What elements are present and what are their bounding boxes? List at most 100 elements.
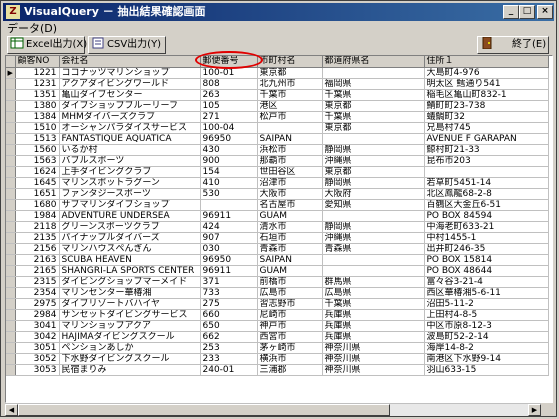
table-cell[interactable]: 240-01	[200, 364, 258, 376]
table-row[interactable]: 3052 下水野ダイビングスクール 233 横浜市 神奈川県 南港区下水野9-14	[6, 353, 549, 365]
column-header[interactable]: 顧客NO	[15, 56, 60, 68]
table-cell[interactable]: 1380	[15, 100, 60, 112]
table-row[interactable]: 2315 ダイビングショップマーメイド 371 前橋市 群馬県 富々谷3-21-4	[6, 276, 549, 288]
table-cell[interactable]: 1231	[15, 78, 60, 90]
table-cell[interactable]: 松戸市	[257, 111, 323, 123]
table-cell[interactable]: 662	[200, 331, 258, 343]
table-cell[interactable]: 1645	[15, 177, 60, 189]
table-row[interactable]: 2163 SCUBA HEAVEN 96950 SAIPAN PO BOX 15814	[6, 254, 549, 266]
table-cell[interactable]: 650	[200, 320, 258, 332]
table-cell[interactable]: 港区	[257, 100, 323, 112]
table-row[interactable]: 1563 バブルスポーツ 900 那覇市 沖縄県 昆布市203	[6, 155, 549, 167]
table-row[interactable]: 2354 マリンセンター華椿湘 733 広島市 広島県 西区華椿湘5-6-11	[6, 287, 549, 299]
table-cell[interactable]: ペンションあしか	[59, 342, 201, 354]
horizontal-scrollbar[interactable]: ◀ ▶	[5, 403, 541, 416]
table-cell[interactable]: 2984	[15, 309, 60, 321]
row-indicator[interactable]	[6, 243, 16, 255]
table-cell[interactable]: 百鶴区大金丘6-51	[424, 199, 549, 211]
table-cell[interactable]: 900	[200, 155, 258, 167]
table-cell[interactable]: ダイブショップブルーリーフ	[59, 100, 201, 112]
table-cell[interactable]: 沖縄県	[322, 155, 425, 167]
table-cell[interactable]: 広島市	[257, 287, 323, 299]
table-cell[interactable]: パイナップルダイバーズ	[59, 232, 201, 244]
table-cell[interactable]: 蟻鯛町32	[424, 111, 549, 123]
table-cell[interactable]: 北九州市	[257, 78, 323, 90]
table-cell[interactable]: 沖縄県	[322, 232, 425, 244]
row-indicator[interactable]	[6, 177, 16, 189]
table-cell[interactable]: 尼崎市	[257, 309, 323, 321]
table-cell[interactable]	[322, 133, 425, 145]
table-cell[interactable]: 静岡県	[322, 221, 425, 233]
table-cell[interactable]: 2354	[15, 287, 60, 299]
table-cell[interactable]: いるか村	[59, 144, 201, 156]
table-cell[interactable]: 明太区 鱈通り541	[424, 78, 549, 90]
table-cell[interactable]: 3051	[15, 342, 60, 354]
row-indicator[interactable]	[6, 232, 16, 244]
scroll-left-button[interactable]: ◀	[5, 404, 18, 416]
table-cell[interactable]	[424, 166, 549, 178]
table-cell[interactable]: 三浦郡	[257, 364, 323, 376]
table-cell[interactable]: 1560	[15, 144, 60, 156]
table-cell[interactable]: 2118	[15, 221, 60, 233]
table-cell[interactable]: 大阪府	[322, 188, 425, 200]
table-cell[interactable]: 南港区下水野9-14	[424, 353, 549, 365]
table-cell[interactable]: マリンスポットラグーン	[59, 177, 201, 189]
table-cell[interactable]: 上手ダイビングクラブ	[59, 166, 201, 178]
table-cell[interactable]: 愛知県	[322, 199, 425, 211]
table-cell[interactable]: 100-04	[200, 122, 258, 134]
table-cell[interactable]: MHMダイバーズクラブ	[59, 111, 201, 123]
table-cell[interactable]: 1651	[15, 188, 60, 200]
table-cell[interactable]: ダイブリゾートバハイヤ	[59, 298, 201, 310]
table-cell[interactable]: 東京都	[322, 122, 425, 134]
table-row[interactable]: 1651 ファンタジースポーツ 530 大阪市 大阪府 北区鳳龍68-2-8	[6, 188, 549, 200]
table-row[interactable]: 1351 亀山ダイブセンター 263 千葉市 千葉県 稲毛区亀山町832-1	[6, 89, 549, 101]
table-cell[interactable]: 660	[200, 309, 258, 321]
table-row[interactable]: 1513 FANTASTIQUE AQUATICA 96950 SAIPAN AVENU…	[6, 133, 549, 145]
table-row[interactable]: 3053 民宿まりみ 240-01 三浦郡 神奈川県 羽山633-15	[6, 364, 549, 376]
row-indicator[interactable]	[6, 111, 16, 123]
table-cell[interactable]: 上田村4-8-5	[424, 309, 549, 321]
table-row[interactable]: 2984 サンセットダイビングサービス 660 尼崎市 兵庫県 上田村4-8-5	[6, 309, 549, 321]
table-cell[interactable]: 兵庫県	[322, 309, 425, 321]
table-cell[interactable]: 233	[200, 353, 258, 365]
row-indicator[interactable]	[6, 254, 16, 266]
table-cell[interactable]: 富々谷3-21-4	[424, 276, 549, 288]
table-cell[interactable]: 96911	[200, 210, 258, 222]
current-row-indicator[interactable]: ▶	[6, 67, 16, 79]
row-indicator[interactable]	[6, 155, 16, 167]
table-row[interactable]: 3041 マリンショップアクア 650 神戸市 兵庫県 中区市原8-12-3	[6, 320, 549, 332]
table-cell[interactable]: 105	[200, 100, 258, 112]
table-cell[interactable]: ADVENTURE UNDERSEA	[59, 210, 201, 222]
resize-grip[interactable]	[541, 403, 554, 416]
table-cell[interactable]: 2975	[15, 298, 60, 310]
table-cell[interactable]: 3042	[15, 331, 60, 343]
table-row[interactable]: 1231 アクアダイビングワールド 808 北九州市 福岡県 明太区 鱈通り541	[6, 78, 549, 90]
table-cell[interactable]: 東京都	[257, 67, 323, 79]
table-cell[interactable]: 大島町4-976	[424, 67, 549, 79]
table-cell[interactable]: 3041	[15, 320, 60, 332]
table-cell[interactable]	[257, 122, 323, 134]
row-indicator[interactable]	[6, 320, 16, 332]
table-cell[interactable]: 千葉県	[322, 89, 425, 101]
table-cell[interactable]: 3053	[15, 364, 60, 376]
table-cell[interactable]: オーシャンパラダイスサービス	[59, 122, 201, 134]
table-cell[interactable]: 1513	[15, 133, 60, 145]
row-indicator[interactable]	[6, 122, 16, 134]
table-cell[interactable]	[322, 67, 425, 79]
table-cell[interactable]	[322, 254, 425, 266]
row-indicator[interactable]	[6, 276, 16, 288]
table-row[interactable]: 2975 ダイブリゾートバハイヤ 275 習志野市 千葉県 沼田5-11-2	[6, 298, 549, 310]
row-indicator[interactable]	[6, 166, 16, 178]
table-cell[interactable]: 静岡県	[322, 177, 425, 189]
table-cell[interactable]: 中海老町633-21	[424, 221, 549, 233]
table-cell[interactable]: 1510	[15, 122, 60, 134]
table-cell[interactable]: 下水野ダイビングスクール	[59, 353, 201, 365]
table-cell[interactable]: 1624	[15, 166, 60, 178]
table-cell[interactable]: マリンショップアクア	[59, 320, 201, 332]
table-cell[interactable]: 2165	[15, 265, 60, 277]
table-cell[interactable]: 北区鳳龍68-2-8	[424, 188, 549, 200]
table-cell[interactable]: 東京都	[322, 166, 425, 178]
table-cell[interactable]: 1680	[15, 199, 60, 211]
table-cell[interactable]: 424	[200, 221, 258, 233]
table-cell[interactable]: 371	[200, 276, 258, 288]
